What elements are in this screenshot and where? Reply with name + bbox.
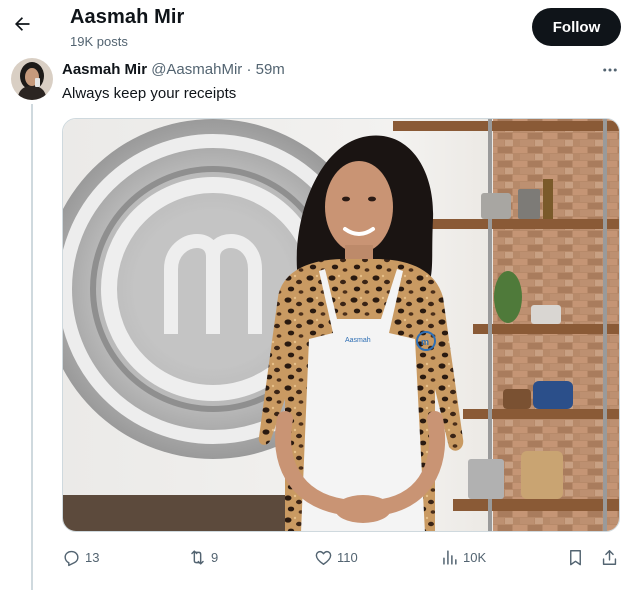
- follow-button[interactable]: Follow: [532, 8, 621, 46]
- views-button[interactable]: 10K: [440, 544, 486, 570]
- tweet-image[interactable]: Aasmah m: [62, 118, 620, 532]
- apron-name: Aasmah: [345, 337, 371, 344]
- bookmark-icon: [570, 549, 581, 565]
- meta-separator: ·: [246, 61, 252, 78]
- reply-count: 13: [85, 549, 100, 565]
- back-button[interactable]: [8, 10, 36, 38]
- tweet-photo: Aasmah m: [63, 119, 619, 531]
- like-count: 110: [337, 549, 358, 565]
- apron-logo-mark: m: [421, 337, 429, 347]
- author-handle[interactable]: @AasmahMir: [151, 61, 242, 78]
- action-bar: 13 9 110 10K: [62, 544, 622, 570]
- more-icon: [603, 68, 617, 72]
- back-arrow-icon: [15, 17, 30, 31]
- tweet-meta: Aasmah Mir @AasmahMir · 59m: [62, 61, 285, 78]
- share-icon: [602, 549, 617, 565]
- thread-line: [31, 104, 33, 590]
- repost-icon: [191, 549, 204, 565]
- tweet-text: Always keep your receipts: [62, 85, 237, 102]
- posts-count: 19K posts: [70, 34, 128, 49]
- post-time[interactable]: 59m: [256, 61, 285, 78]
- bookmark-button[interactable]: [566, 544, 585, 570]
- more-button[interactable]: [598, 58, 622, 82]
- share-button[interactable]: [600, 544, 619, 570]
- views-count: 10K: [463, 549, 487, 565]
- like-icon: [315, 550, 332, 565]
- reply-icon: [64, 550, 79, 566]
- like-button[interactable]: 110: [314, 544, 358, 570]
- reply-button[interactable]: 13: [62, 544, 99, 570]
- repost-button[interactable]: 9: [188, 544, 218, 570]
- views-icon: [443, 549, 457, 565]
- repost-count: 9: [211, 549, 219, 565]
- avatar[interactable]: [11, 58, 53, 100]
- profile-header: Aasmah Mir 19K posts Follow: [0, 0, 634, 56]
- profile-name: Aasmah Mir: [70, 6, 185, 28]
- author-name[interactable]: Aasmah Mir: [62, 61, 147, 78]
- avatar-image: [11, 58, 53, 100]
